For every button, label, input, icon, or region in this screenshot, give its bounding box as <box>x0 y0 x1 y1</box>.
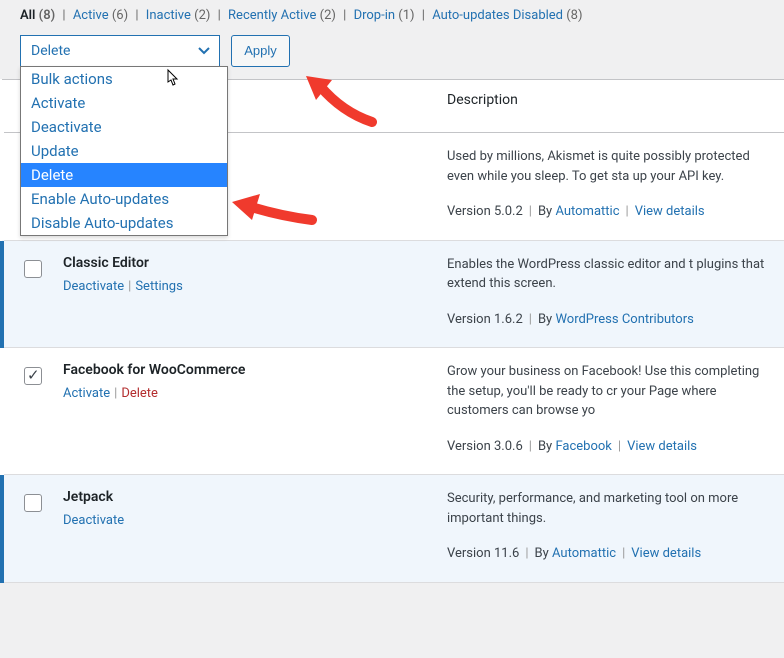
column-description[interactable]: Description <box>437 80 784 133</box>
separator: | <box>132 8 142 23</box>
filter-all[interactable]: All (8) <box>20 8 55 23</box>
plugin-description: Grow your business on Facebook! Use this… <box>447 362 774 421</box>
plugin-description: Enables the WordPress classic editor and… <box>447 255 774 294</box>
separator: | <box>525 546 528 561</box>
plugin-author-link[interactable]: Facebook <box>555 439 611 454</box>
separator: | <box>622 546 625 561</box>
plugin-version: Version 11.6 <box>447 546 519 561</box>
action-deactivate[interactable]: Deactivate <box>63 279 124 294</box>
table-row: Facebook for WooCommerce Activate | Delete G… <box>2 348 784 475</box>
separator: | <box>529 204 532 219</box>
filter-auto-updates-disabled[interactable]: Auto-updates Disabled (8) <box>432 8 582 23</box>
action-activate[interactable]: Activate <box>63 386 110 401</box>
plugin-meta: Version 3.0.6 | By Facebook | View details <box>447 437 774 457</box>
separator: | <box>59 8 69 23</box>
plugin-description: Used by millions, Akismet is quite possi… <box>447 147 774 186</box>
plugin-title: Jetpack <box>63 489 427 505</box>
chevron-down-icon <box>197 44 211 58</box>
filter-count: (8) <box>566 8 582 23</box>
row-checkbox[interactable] <box>24 494 42 512</box>
by-label: By <box>535 546 552 561</box>
view-details-link[interactable]: View details <box>635 204 705 219</box>
separator: | <box>214 8 224 23</box>
filter-drop-in[interactable]: Drop-in (1) <box>354 8 415 23</box>
action-settings[interactable]: Settings <box>135 279 182 294</box>
filter-count: (2) <box>320 8 336 23</box>
plugin-author-link[interactable]: WordPress Contributors <box>555 312 693 327</box>
by-label: By <box>538 204 555 219</box>
view-details-link[interactable]: View details <box>627 439 697 454</box>
row-checkbox[interactable] <box>24 260 42 278</box>
row-actions: Deactivate | Settings <box>63 279 427 294</box>
view-details-link[interactable]: View details <box>631 546 701 561</box>
filter-active[interactable]: Active (6) <box>73 8 128 23</box>
separator: | <box>626 204 629 219</box>
bulk-select-value: Delete <box>31 43 70 59</box>
bulk-option-update[interactable]: Update <box>21 139 227 163</box>
plugin-author-link[interactable]: Automattic <box>552 546 616 561</box>
bulk-option-deactivate[interactable]: Deactivate <box>21 115 227 139</box>
bulk-option-delete[interactable]: Delete <box>21 163 227 187</box>
plugin-title: Facebook for WooCommerce <box>63 362 427 378</box>
row-actions: Activate | Delete <box>63 386 427 401</box>
bulk-option-bulk-actions[interactable]: Bulk actions <box>21 67 227 91</box>
table-row: Jetpack Deactivate Security, performance, … <box>2 475 784 583</box>
filter-inactive[interactable]: Inactive (2) <box>146 8 211 23</box>
separator: | <box>529 439 532 454</box>
plugin-version: Version 3.0.6 <box>447 439 523 454</box>
plugin-meta: Version 1.6.2 | By WordPress Contributors <box>447 310 774 330</box>
apply-button[interactable]: Apply <box>231 35 290 67</box>
by-label: By <box>538 312 555 327</box>
filter-count: (6) <box>112 8 128 23</box>
bulk-action-dropdown: Bulk actionsActivateDeactivateUpdateDele… <box>20 66 228 236</box>
by-label: By <box>538 439 555 454</box>
separator: | <box>529 312 532 327</box>
action-deactivate[interactable]: Deactivate <box>63 513 124 528</box>
filter-recently-active[interactable]: Recently Active (2) <box>228 8 336 23</box>
bulk-action-select[interactable]: Delete Bulk actionsActivateDeactivateUpd… <box>20 35 220 67</box>
separator: | <box>114 386 117 401</box>
table-row: Classic Editor Deactivate | Settings Enables… <box>2 240 784 348</box>
filter-count: (8) <box>39 8 56 23</box>
filter-count: (2) <box>194 8 210 23</box>
plugin-version: Version 5.0.2 <box>447 204 523 219</box>
row-actions: Deactivate <box>63 513 427 528</box>
separator: | <box>128 279 131 294</box>
plugin-author-link[interactable]: Automattic <box>555 204 619 219</box>
separator: | <box>340 8 350 23</box>
separator: | <box>618 439 621 454</box>
plugin-version: Version 1.6.2 <box>447 312 523 327</box>
filter-bar: All (8) | Active (6) | Inactive (2) | Re… <box>0 0 784 29</box>
bulk-option-activate[interactable]: Activate <box>21 91 227 115</box>
bulk-option-disable-auto-updates[interactable]: Disable Auto-updates <box>21 211 227 235</box>
plugin-title: Classic Editor <box>63 255 427 271</box>
plugin-meta: Version 11.6 | By Automattic | View details <box>447 544 774 564</box>
row-checkbox[interactable] <box>24 367 42 385</box>
bulk-option-enable-auto-updates[interactable]: Enable Auto-updates <box>21 187 227 211</box>
action-delete[interactable]: Delete <box>121 386 158 401</box>
plugin-meta: Version 5.0.2 | By Automattic | View details <box>447 202 774 222</box>
plugin-description: Security, performance, and marketing too… <box>447 489 774 528</box>
filter-count: (1) <box>398 8 414 23</box>
separator: | <box>419 8 429 23</box>
